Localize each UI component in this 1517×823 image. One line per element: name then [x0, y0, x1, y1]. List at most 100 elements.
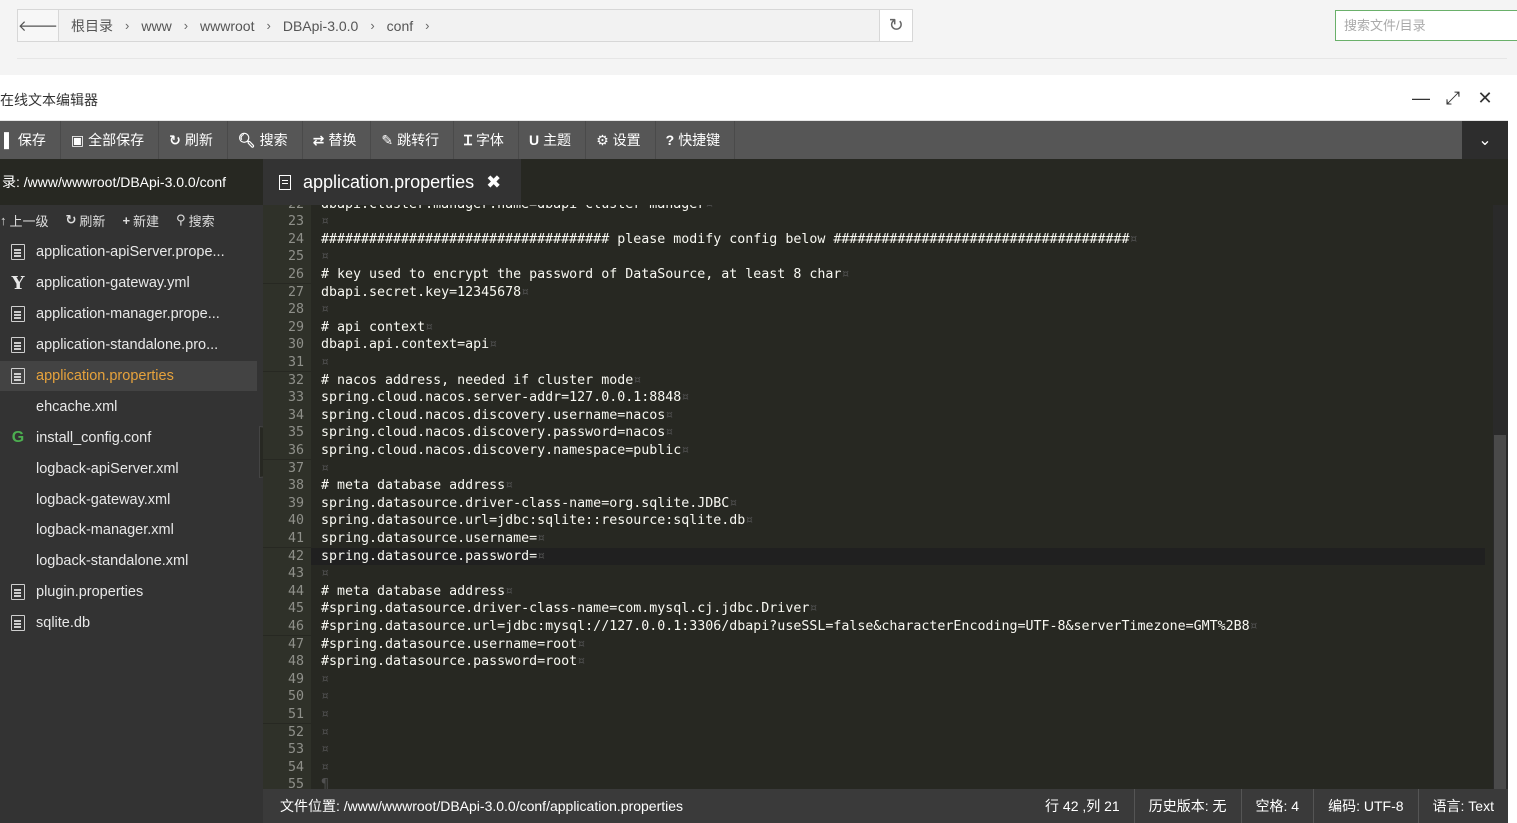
file-name: logback-manager.xml [36, 522, 174, 539]
code-line[interactable]: 41 spring.datasource.username= ¤ [263, 529, 1485, 548]
code-editor[interactable]: 22dbapi.cluster.manager.name=dbapi-clust… [263, 205, 1493, 789]
sidebar-search-button[interactable]: ⚲ 搜索 [176, 211, 215, 230]
sidebar-up-level-button[interactable]: ↑ 上一级 [0, 211, 49, 230]
code-line[interactable]: 53 ¤ [263, 741, 1485, 759]
maximize-button[interactable]: ⤢ [1444, 87, 1462, 109]
code-line[interactable]: 26 # key used to encrypt the password of … [263, 265, 1485, 284]
chevron-right-icon: › [370, 18, 375, 33]
editor-scrollbar[interactable] [1493, 205, 1508, 789]
code-line[interactable]: 30 dbapi.api.context=api ¤ [263, 336, 1485, 354]
status-spaces[interactable]: 空格: 4 [1240, 789, 1314, 823]
line-number: 27 [263, 283, 311, 302]
code-line[interactable]: 49 ¤ [263, 670, 1485, 689]
breadcrumb-item[interactable]: 根目录 [65, 16, 119, 36]
code-line[interactable]: 36 spring.cloud.nacos.discovery.namespace… [263, 441, 1485, 460]
line-text: spring.cloud.nacos.discovery.password=na… [321, 425, 666, 441]
file-item[interactable]: logback-gateway.xml [0, 484, 257, 515]
code-line[interactable]: 23 ¤ [263, 213, 1485, 231]
search-files-input[interactable] [1335, 10, 1517, 41]
code-line[interactable]: 38 # meta database address ¤ [263, 477, 1485, 495]
status-history[interactable]: 历史版本: 无 [1133, 789, 1241, 823]
back-button[interactable]: 🡐 [18, 10, 59, 41]
status-language[interactable]: 语言: Text [1417, 789, 1508, 823]
toolbar-goto-line-button[interactable]: ✎ 跳转行 [371, 121, 455, 159]
file-item[interactable]: application-apiServer.prope... [0, 237, 257, 268]
code-line[interactable]: 54 ¤ [263, 758, 1485, 777]
toolbar-refresh-button[interactable]: ↻ 刷新 [159, 121, 228, 159]
toolbar-font-button[interactable]: Ɪ 字体 [454, 121, 519, 159]
code-line[interactable]: 28 ¤ [263, 301, 1485, 319]
status-cursor[interactable]: 行 42 ,列 21 [1031, 789, 1134, 823]
code-line[interactable]: 52 ¤ [263, 723, 1485, 742]
close-button[interactable]: ✕ [1476, 87, 1494, 109]
line-number: 52 [263, 723, 311, 742]
code-line[interactable]: 51 ¤ [263, 705, 1485, 724]
code-line[interactable]: 40 spring.datasource.url=jdbc:sqlite::res… [263, 512, 1485, 530]
chevron-down-icon: ⌄ [1478, 132, 1492, 149]
toolbar-help-button[interactable]: ? 快捷键 [656, 121, 736, 159]
code-line[interactable]: 22dbapi.cluster.manager.name=dbapi-clust… [263, 205, 1485, 214]
breadcrumb-item[interactable]: www [135, 18, 177, 34]
toolbar-theme-button[interactable]: U 主题 [519, 121, 587, 159]
file-item[interactable]: Yapplication-gateway.yml [0, 268, 257, 299]
line-text: #################################### ple… [321, 231, 1130, 247]
line-end-marker: ¤ [505, 478, 514, 494]
code-line[interactable]: 25 ¤ [263, 248, 1485, 266]
file-item[interactable]: logback-manager.xml [0, 515, 257, 546]
toolbar-save-button[interactable]: ▌ 保存 [0, 121, 61, 159]
refresh-button[interactable]: ↻ [879, 10, 912, 41]
code-line[interactable]: 46 #spring.datasource.url=jdbc:mysql://12… [263, 617, 1485, 636]
file-item[interactable]: sqlite.db [0, 608, 257, 639]
tab-close-icon[interactable]: ✖ [486, 172, 501, 193]
file-item[interactable]: application-standalone.pro... [0, 330, 257, 361]
minimize-button[interactable]: — [1412, 87, 1430, 109]
breadcrumb-item[interactable]: conf [381, 18, 419, 34]
code-line[interactable]: 43 ¤ [263, 565, 1485, 583]
code-line[interactable]: 29 # api context ¤ [263, 318, 1485, 337]
toolbar-search-button[interactable]: 🔍︎ 搜索 [228, 121, 303, 159]
file-item[interactable]: application.properties [0, 360, 257, 392]
status-encoding[interactable]: 编码: UTF-8 [1313, 789, 1417, 823]
toolbar-save-all-button[interactable]: ▣ 全部保存 [61, 121, 160, 159]
file-item[interactable]: logback-standalone.xml [0, 546, 257, 577]
code-line[interactable]: 27 dbapi.secret.key=12345678 ¤ [263, 283, 1485, 302]
code-line[interactable]: 32 # nacos address, needed if cluster mod… [263, 371, 1485, 390]
sidebar-new-button[interactable]: + 新建 [122, 211, 159, 230]
tab-application-properties[interactable]: application.properties ✖ [263, 159, 521, 205]
toolbar-replace-button[interactable]: ⇄ 替换 [303, 121, 372, 159]
code-line[interactable]: 45 #spring.datasource.driver-class-name=c… [263, 600, 1485, 618]
code-line[interactable]: 47 #spring.datasource.username=root ¤ [263, 635, 1485, 654]
code-line[interactable]: 37 ¤ [263, 459, 1485, 478]
file-item[interactable]: application-manager.prope... [0, 299, 257, 330]
line-end-marker: ¤ [665, 407, 674, 423]
code-line[interactable]: 42 spring.datasource.password= ¤ [263, 547, 1485, 566]
line-text [311, 706, 321, 724]
line-number: 44 [263, 582, 311, 601]
code-line[interactable]: 48 #spring.datasource.password=root ¤ [263, 653, 1485, 671]
code-line[interactable]: 55 ¶ [263, 776, 1485, 789]
breadcrumb: 根目录 › www › wwwroot › DBApi-3.0.0 › conf › [59, 10, 879, 41]
line-end-marker: ¤ [681, 442, 690, 458]
code-line[interactable]: 44 # meta database address ¤ [263, 582, 1485, 601]
file-item[interactable]: Ginstall_config.conf [0, 422, 257, 453]
help-icon: ? [665, 132, 675, 148]
sidebar-refresh-button[interactable]: ↻ 刷新 [66, 211, 106, 230]
file-item[interactable]: plugin.properties [0, 577, 257, 608]
toolbar-settings-button[interactable]: ⚙ 设置 [586, 121, 656, 159]
line-number: 23 [263, 213, 311, 231]
breadcrumb-item[interactable]: wwwroot [194, 18, 260, 34]
file-item[interactable]: logback-apiServer.xml [0, 453, 257, 484]
sidebar-tool-label: 刷新 [79, 213, 106, 229]
code-line[interactable]: 31 ¤ [263, 353, 1485, 372]
code-line[interactable]: 39 spring.datasource.driver-class-name=or… [263, 494, 1485, 513]
code-line[interactable]: 34 spring.cloud.nacos.discovery.username=… [263, 406, 1485, 425]
toolbar-toggle-button[interactable]: ⌄ [1462, 121, 1508, 159]
code-line[interactable]: 50 ¤ [263, 688, 1485, 706]
code-line[interactable]: 33 spring.cloud.nacos.server-addr=127.0.0… [263, 389, 1485, 407]
line-text [311, 213, 321, 231]
code-line[interactable]: 24 #################################### p… [263, 230, 1485, 249]
breadcrumb-item[interactable]: DBApi-3.0.0 [277, 18, 364, 34]
code-line[interactable]: 35 spring.cloud.nacos.discovery.password=… [263, 424, 1485, 442]
file-item[interactable]: ehcache.xml [0, 391, 257, 422]
scrollbar-thumb[interactable] [1494, 435, 1506, 789]
